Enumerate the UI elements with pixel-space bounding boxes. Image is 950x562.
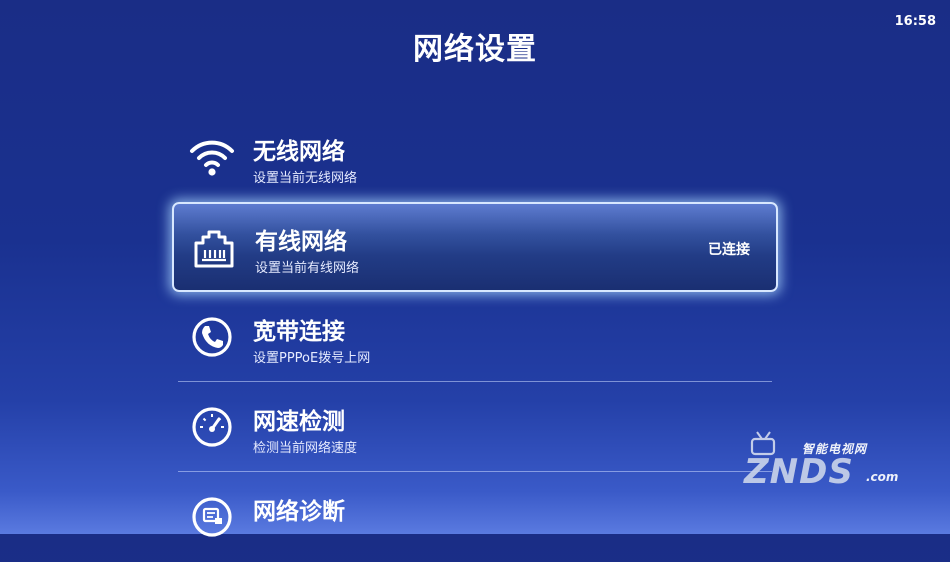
menu-item-subtitle: 设置当前无线网络	[253, 171, 358, 186]
menu-item-diagnose[interactable]: 网络诊断	[170, 472, 780, 562]
watermark-main-text: ZNDS	[744, 452, 854, 492]
menu-item-broadband[interactable]: 宽带连接 设置PPPoE拨号上网	[170, 292, 780, 382]
menu-item-title: 无线网络	[253, 139, 345, 165]
network-settings-menu: 无线网络 设置当前无线网络 有线网络 设置当前有线网络 已连接 宽带连接 设置P…	[170, 112, 780, 562]
menu-item-title: 宽带连接	[253, 319, 345, 345]
menu-item-wireless[interactable]: 无线网络 设置当前无线网络	[170, 112, 780, 202]
wifi-icon	[188, 136, 236, 178]
speedometer-icon	[188, 406, 236, 448]
menu-item-title: 网速检测	[253, 409, 345, 435]
connection-status: 已连接	[708, 242, 750, 258]
watermark-suffix: .com	[866, 470, 899, 484]
menu-item-title: 有线网络	[255, 229, 347, 255]
menu-item-subtitle: 设置当前有线网络	[255, 261, 360, 276]
znds-watermark: 智能电视网 ZNDS .com	[740, 430, 910, 500]
menu-item-subtitle: 检测当前网络速度	[253, 441, 358, 456]
menu-item-speed-test[interactable]: 网速检测 检测当前网络速度	[170, 382, 780, 472]
phone-icon	[188, 316, 236, 358]
menu-item-title: 网络诊断	[253, 499, 345, 525]
menu-item-wired[interactable]: 有线网络 设置当前有线网络 已连接	[172, 202, 778, 292]
ethernet-icon	[190, 228, 238, 270]
page-title: 网络设置	[413, 32, 537, 67]
menu-item-subtitle: 设置PPPoE拨号上网	[253, 351, 371, 366]
diagnose-icon	[188, 496, 236, 538]
